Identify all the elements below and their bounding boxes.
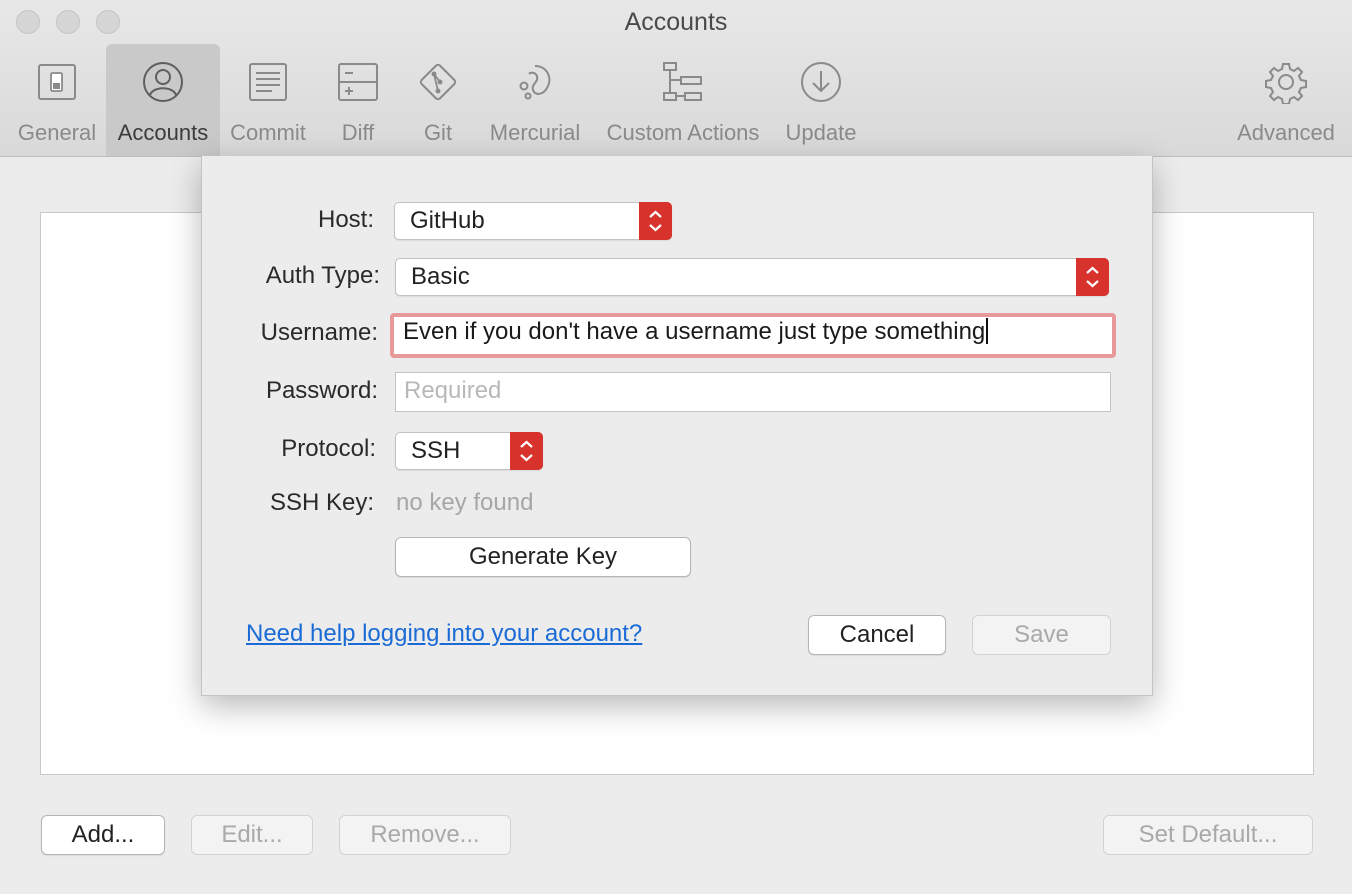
general-switch-icon — [38, 64, 76, 100]
protocol-value: SSH — [411, 437, 461, 464]
password-placeholder: Required — [404, 377, 502, 404]
tab-advanced[interactable]: Advanced — [1228, 44, 1344, 156]
tab-diff[interactable]: Diff — [318, 44, 398, 156]
gear-icon — [1265, 63, 1307, 104]
tab-label: General — [17, 120, 97, 145]
username-value: Even if you don't have a username just t… — [403, 318, 986, 345]
commit-text-icon — [249, 63, 287, 101]
tab-label: Update — [785, 120, 857, 145]
tab-mercurial[interactable]: Mercurial — [482, 44, 588, 156]
set-default-button[interactable]: Set Default... — [1103, 815, 1313, 855]
ssh-key-value: no key found — [396, 489, 534, 516]
protocol-select[interactable]: SSH — [395, 432, 543, 470]
username-label: Username: — [260, 319, 378, 346]
updown-chevron-icon — [510, 432, 543, 470]
tab-label: Mercurial — [489, 120, 581, 145]
tab-general[interactable]: General — [4, 44, 110, 156]
mercurial-icon — [519, 65, 551, 100]
save-button[interactable]: Save — [972, 615, 1111, 655]
diff-icon — [338, 63, 378, 101]
host-value: GitHub — [410, 207, 485, 234]
password-label: Password: — [265, 377, 378, 404]
password-field[interactable]: Required — [395, 372, 1111, 412]
add-account-button[interactable]: Add... — [41, 815, 165, 855]
cancel-button[interactable]: Cancel — [808, 615, 946, 655]
tab-label: Accounts — [117, 120, 209, 145]
auth-type-label: Auth Type: — [265, 262, 380, 289]
download-arrow-icon — [801, 62, 841, 102]
custom-actions-icon — [663, 62, 702, 101]
remove-account-button[interactable]: Remove... — [339, 815, 511, 855]
text-caret — [986, 318, 989, 344]
git-icon — [419, 63, 457, 101]
tab-label: Commit — [230, 120, 306, 145]
tab-update[interactable]: Update — [776, 44, 866, 156]
protocol-label: Protocol: — [281, 435, 376, 462]
ssh-key-label: SSH Key: — [269, 489, 374, 516]
tab-commit[interactable]: Commit — [222, 44, 314, 156]
username-field[interactable]: Even if you don't have a username just t… — [390, 313, 1116, 358]
generate-key-button[interactable]: Generate Key — [395, 537, 691, 577]
window-toolbar: Accounts General Accounts Commit Diff Gi… — [0, 0, 1352, 157]
updown-chevron-icon — [639, 202, 672, 240]
person-icon — [143, 62, 183, 102]
tab-label: Diff — [341, 120, 375, 145]
host-select[interactable]: GitHub — [394, 202, 672, 240]
tab-label: Git — [423, 120, 453, 145]
tab-accounts[interactable]: Accounts — [106, 44, 220, 156]
edit-account-button[interactable]: Edit... — [191, 815, 313, 855]
tab-custom-actions[interactable]: Custom Actions — [596, 44, 770, 156]
host-label: Host: — [317, 206, 374, 233]
auth-type-select[interactable]: Basic — [395, 258, 1109, 296]
tab-label: Custom Actions — [606, 120, 760, 145]
window-title: Accounts — [624, 8, 728, 36]
tab-git[interactable]: Git — [400, 44, 476, 156]
tab-label: Advanced — [1237, 120, 1335, 145]
auth-type-value: Basic — [411, 263, 470, 290]
updown-chevron-icon — [1076, 258, 1109, 296]
help-link[interactable]: Need help logging into your account? — [246, 620, 642, 648]
